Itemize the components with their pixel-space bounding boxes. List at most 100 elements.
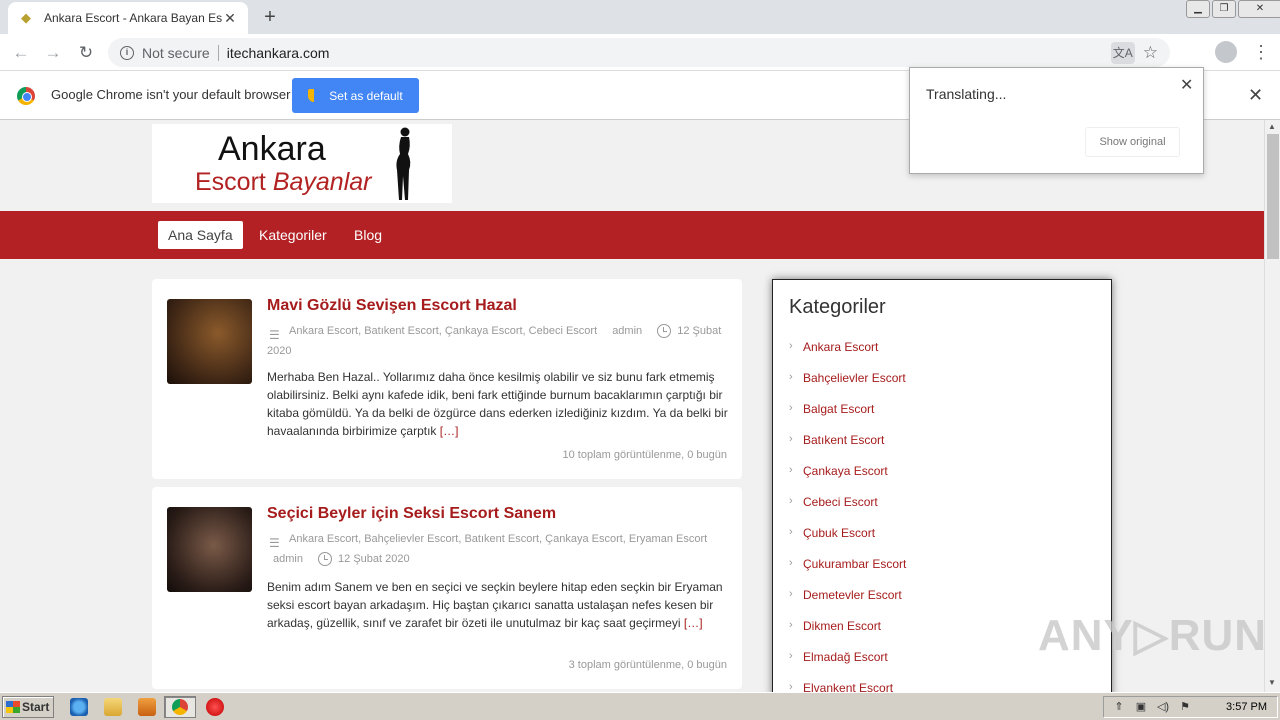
post-excerpt: Benim adım Sanem ve ben en seçici ve seç… — [267, 580, 723, 630]
start-label: Start — [22, 700, 50, 714]
post-author[interactable]: admin — [273, 553, 303, 565]
chevron-right-icon: › — [789, 464, 793, 476]
bookmark-star-icon[interactable]: ☆ — [1143, 43, 1158, 63]
post-author[interactable]: admin — [612, 325, 642, 337]
category-item[interactable]: › Batıkent Escort — [789, 433, 906, 464]
post-card: Mavi Gözlü Sevişen Escort Hazal ☰ Ankara … — [152, 279, 742, 479]
reload-icon[interactable]: ↻ — [75, 42, 97, 64]
window-close-icon[interactable]: ✕ — [1238, 0, 1280, 18]
browser-toolbar: ← → ↻ i Not secure itechankara.com 文A ☆ — [0, 34, 1280, 71]
logo-line-2: Escort Bayanlar — [195, 168, 372, 196]
post-thumbnail[interactable] — [167, 507, 252, 592]
new-tab-button[interactable]: + — [258, 6, 282, 28]
category-item[interactable]: › Dikmen Escort — [789, 619, 906, 650]
profile-avatar[interactable] — [1215, 41, 1237, 63]
tab-close-icon[interactable]: ✕ — [222, 10, 238, 27]
chevron-right-icon: › — [789, 557, 793, 569]
system-tray: ⇑ ▣ ◁) ⚑ 3:57 PM — [1103, 696, 1278, 718]
category-item[interactable]: › Çubuk Escort — [789, 526, 906, 557]
security-label: Not secure — [142, 44, 210, 61]
category-item[interactable]: › Çankaya Escort — [789, 464, 906, 495]
nav-ana-sayfa[interactable]: Ana Sayfa — [158, 221, 243, 249]
post-meta: ☰ Ankara Escort, Batıkent Escort, Çankaya… — [267, 321, 727, 361]
network-icon[interactable]: ▣ — [1134, 700, 1148, 714]
browser-tab[interactable]: ◆ Ankara Escort - Ankara Bayan Escort ✕ — [8, 2, 248, 34]
category-item[interactable]: › Elmadağ Escort — [789, 650, 906, 681]
clock-icon — [657, 324, 672, 339]
post-categories[interactable]: Ankara Escort, Batıkent Escort, Çankaya … — [289, 325, 597, 337]
post-date: 12 Şubat 2020 — [338, 553, 410, 565]
scroll-down-icon[interactable]: ▼ — [1268, 678, 1276, 687]
post-categories[interactable]: Ankara Escort, Bahçelievler Escort, Batı… — [289, 533, 707, 545]
media-player-icon[interactable] — [138, 698, 156, 716]
forward-icon[interactable]: → — [42, 42, 64, 64]
anyrun-watermark: ANY▷RUN — [1038, 611, 1264, 660]
restore-icon[interactable]: ❐ — [1212, 0, 1236, 18]
chevron-right-icon: › — [789, 681, 793, 692]
post-title[interactable]: Seçici Beyler için Seksi Escort Sanem — [267, 505, 556, 523]
set-as-default-button[interactable]: Set as default — [292, 78, 419, 113]
nav-blog[interactable]: Blog — [344, 221, 392, 249]
tray-expand-icon[interactable]: ⇑ — [1112, 700, 1126, 714]
chevron-right-icon: › — [789, 650, 793, 662]
chevron-right-icon: › — [789, 371, 793, 383]
read-more-link[interactable]: […] — [684, 616, 703, 630]
list-icon: ☰ — [269, 536, 280, 551]
woman-silhouette-icon — [396, 127, 411, 200]
folder-icon[interactable] — [104, 698, 122, 716]
chevron-right-icon: › — [789, 402, 793, 414]
chrome-icon — [172, 699, 188, 715]
tab-strip: ◆ Ankara Escort - Ankara Bayan Escort ✕ … — [0, 0, 1280, 34]
chevron-right-icon: › — [789, 340, 793, 352]
category-item[interactable]: › Bahçelievler Escort — [789, 371, 906, 402]
start-button[interactable]: Start — [2, 696, 54, 718]
category-item[interactable]: › Çukurambar Escort — [789, 557, 906, 588]
set-as-default-label: Set as default — [329, 88, 403, 103]
category-item[interactable]: › Balgat Escort — [789, 402, 906, 433]
shield-icon — [308, 89, 321, 102]
chevron-right-icon: › — [789, 526, 793, 538]
internet-explorer-icon[interactable] — [70, 698, 88, 716]
page-scrollbar[interactable]: ▲ ▼ — [1264, 120, 1280, 692]
post-thumbnail[interactable] — [167, 299, 252, 384]
category-item[interactable]: › Demetevler Escort — [789, 588, 906, 619]
list-icon: ☰ — [269, 328, 280, 343]
post-title[interactable]: Mavi Gözlü Sevişen Escort Hazal — [267, 297, 517, 315]
web-page: Ankara Escort Bayanlar Ana Sayfa Kategor… — [0, 120, 1264, 692]
show-original-button[interactable]: Show original — [1085, 127, 1180, 157]
logo-line-1: Ankara — [218, 130, 326, 168]
translate-status: Translating... — [926, 86, 1007, 102]
post-views: 3 toplam görüntülenme, 0 bugün — [568, 659, 727, 671]
minimize-icon[interactable]: ▁ — [1186, 0, 1210, 18]
category-item[interactable]: › Cebeci Escort — [789, 495, 906, 526]
category-list: › Ankara Escort › Bahçelievler Escort › Bal… — [789, 340, 906, 692]
scroll-up-icon[interactable]: ▲ — [1268, 122, 1276, 131]
chevron-right-icon: › — [789, 588, 793, 600]
url-text[interactable]: itechankara.com — [227, 45, 1111, 61]
translate-popup: Translating... ✕ Show original — [909, 67, 1204, 174]
chrome-logo-icon — [17, 87, 35, 105]
address-bar[interactable]: i Not secure itechankara.com 文A ☆ — [108, 38, 1170, 67]
scrollbar-thumb[interactable] — [1267, 134, 1279, 259]
infobar-close-icon[interactable]: ✕ — [1248, 85, 1263, 106]
volume-icon[interactable]: ◁) — [1156, 700, 1170, 714]
flag-icon[interactable]: ⚑ — [1178, 700, 1192, 714]
translate-icon[interactable]: 文A — [1110, 41, 1135, 64]
back-icon[interactable]: ← — [10, 42, 32, 64]
window-controls: ▁ ❐ ✕ — [1184, 0, 1280, 20]
site-logo[interactable]: Ankara Escort Bayanlar — [152, 124, 452, 203]
post-excerpt: Merhaba Ben Hazal.. Yollarımız daha önce… — [267, 370, 728, 438]
chevron-right-icon: › — [789, 495, 793, 507]
tray-clock[interactable]: 3:57 PM — [1226, 701, 1267, 713]
category-item[interactable]: › Ankara Escort — [789, 340, 906, 371]
windows-taskbar: Start ⇑ ▣ ◁) ⚑ 3:57 PM — [0, 692, 1280, 720]
chrome-menu-icon[interactable]: ⋮ — [1252, 40, 1270, 64]
read-more-link[interactable]: […] — [440, 424, 459, 438]
tab-title: Ankara Escort - Ankara Bayan Escort — [44, 11, 222, 25]
taskbar-chrome-button[interactable] — [164, 696, 196, 718]
category-item[interactable]: › Elvankent Escort — [789, 681, 906, 692]
info-icon[interactable]: i — [120, 45, 134, 60]
nav-kategoriler[interactable]: Kategoriler — [249, 221, 337, 249]
translate-close-icon[interactable]: ✕ — [1180, 75, 1193, 95]
opera-icon[interactable] — [206, 698, 224, 716]
